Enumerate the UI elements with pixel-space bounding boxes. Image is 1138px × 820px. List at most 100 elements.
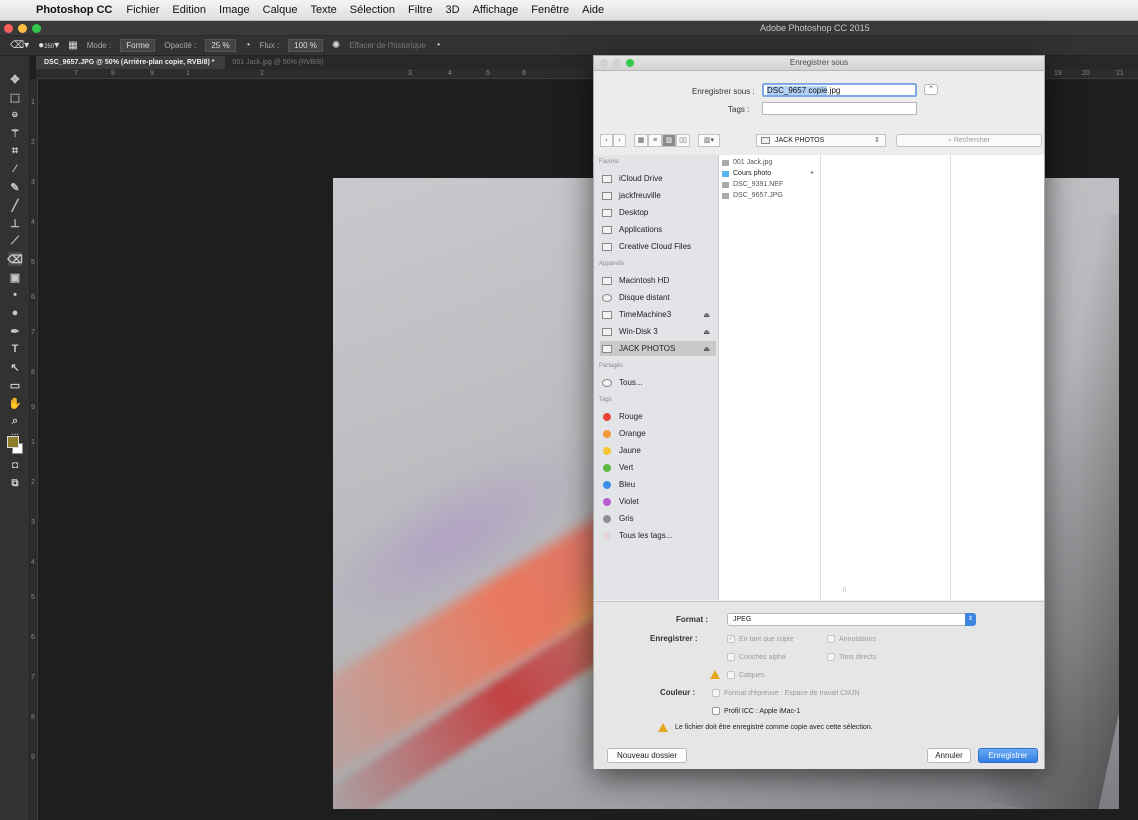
brush-panel-icon[interactable]: ▦ bbox=[68, 40, 77, 51]
checkbox[interactable] bbox=[727, 653, 735, 661]
sidebar-item-creative-cloud-files[interactable]: Creative Cloud Files bbox=[600, 239, 716, 254]
list-view-button[interactable]: ≡ bbox=[648, 134, 662, 147]
sidebar-tag-rouge[interactable]: Rouge bbox=[600, 409, 716, 424]
save-button[interactable]: Enregistrer bbox=[978, 748, 1038, 763]
checkbox[interactable] bbox=[727, 671, 735, 679]
checkbox-checked[interactable]: ✓ bbox=[727, 635, 735, 643]
rectangle-tool-icon[interactable]: ▭ bbox=[8, 378, 22, 392]
brush-size-picker[interactable]: ●250▾ bbox=[38, 40, 59, 51]
cover-flow-button[interactable]: ▯▯ bbox=[676, 134, 690, 147]
foreground-color-swatch[interactable] bbox=[7, 436, 19, 448]
option-layers[interactable]: Calques bbox=[727, 671, 765, 679]
menu-fichier[interactable]: Fichier bbox=[126, 4, 159, 16]
option-spot-colors[interactable]: Tons directs bbox=[827, 653, 876, 661]
expand-dialog-button[interactable]: ⌃ bbox=[924, 84, 938, 95]
zoom-tool-icon[interactable]: ⌕ bbox=[8, 414, 22, 428]
airbrush-icon[interactable]: ✺ bbox=[332, 40, 340, 51]
eject-icon[interactable]: ⏏ bbox=[703, 311, 710, 319]
more-tools-icon[interactable]: … bbox=[8, 428, 22, 437]
column-view-button[interactable]: ▥ bbox=[662, 134, 676, 147]
checkbox[interactable] bbox=[827, 635, 835, 643]
eraser-tool-icon[interactable]: ⌫ bbox=[7, 252, 23, 266]
minimize-window-button[interactable] bbox=[18, 24, 27, 33]
history-brush-tool-icon[interactable]: ⟋ bbox=[8, 234, 22, 248]
type-tool-icon[interactable]: T bbox=[8, 342, 22, 356]
menu-fenetre[interactable]: Fenêtre bbox=[531, 4, 569, 16]
marquee-tool-icon[interactable]: ⬚ bbox=[8, 90, 22, 104]
cancel-button[interactable]: Annuler bbox=[927, 748, 971, 763]
menu-affichage[interactable]: Affichage bbox=[473, 4, 519, 16]
forward-button[interactable]: › bbox=[613, 134, 626, 147]
option-icc-profile[interactable]: Profil ICC : Apple iMac-1 bbox=[712, 707, 800, 715]
sidebar-tag-jaune[interactable]: Jaune bbox=[600, 443, 716, 458]
sidebar-item-jackfreuville[interactable]: jackfreuville bbox=[600, 188, 716, 203]
option-alpha-channels[interactable]: Couches alpha bbox=[727, 653, 786, 661]
screen-mode-icon[interactable]: ⧉ bbox=[8, 476, 22, 490]
tags-input[interactable] bbox=[762, 102, 917, 115]
opacity-field[interactable]: 25 % bbox=[205, 39, 236, 52]
tab-001-jack[interactable]: 001 Jack.jpg @ 50% (RVB/8) bbox=[225, 56, 334, 69]
icon-view-button[interactable]: ▦ bbox=[634, 134, 648, 147]
sidebar-item-icloud-drive[interactable]: iCloud Drive bbox=[600, 171, 716, 186]
arrange-menu-button[interactable]: ▥▾ bbox=[698, 134, 720, 147]
dodge-tool-icon[interactable]: ● bbox=[8, 306, 22, 320]
new-folder-button[interactable]: Nouveau dossier bbox=[607, 748, 687, 763]
menu-filtre[interactable]: Filtre bbox=[408, 4, 432, 16]
lasso-tool-icon[interactable]: ဓ bbox=[8, 108, 22, 122]
menu-selection[interactable]: Sélection bbox=[350, 4, 395, 16]
format-select[interactable]: JPEG ⇕ bbox=[727, 613, 976, 626]
gradient-tool-icon[interactable]: ▣ bbox=[8, 270, 22, 284]
brush-tool-icon[interactable]: ╱ bbox=[8, 198, 22, 212]
eyedropper-tool-icon[interactable]: ⁄ bbox=[8, 162, 22, 176]
menu-app-name[interactable]: Photoshop CC bbox=[36, 4, 112, 16]
checkbox[interactable] bbox=[712, 689, 720, 697]
sidebar-tag-gris[interactable]: Gris bbox=[600, 511, 716, 526]
sidebar-item-macintosh-hd[interactable]: Macintosh HD bbox=[600, 273, 716, 288]
sidebar-tag-orange[interactable]: Orange bbox=[600, 426, 716, 441]
eject-icon[interactable]: ⏏ bbox=[703, 345, 710, 353]
file-item-dsc-9391[interactable]: DSC_9391.NEF bbox=[722, 179, 818, 190]
option-annotations[interactable]: Annotations bbox=[827, 635, 876, 643]
location-popup[interactable]: JACK PHOTOS ⇕ bbox=[756, 134, 886, 147]
sidebar-tag-violet[interactable]: Violet bbox=[600, 494, 716, 509]
filename-input[interactable]: DSC_9657 copie.jpg bbox=[762, 83, 917, 97]
history-erase-checkbox[interactable]: Effacer de l'historique bbox=[349, 41, 426, 50]
checkbox[interactable] bbox=[712, 707, 720, 715]
option-proof-setup[interactable]: Format d'épreuve : Espace de travail CMJ… bbox=[712, 689, 860, 697]
blur-tool-icon[interactable]: • bbox=[8, 288, 22, 302]
pressure-opacity-icon[interactable]: ◔ bbox=[245, 40, 251, 51]
close-window-button[interactable] bbox=[4, 24, 13, 33]
checkbox[interactable] bbox=[827, 653, 835, 661]
flow-field[interactable]: 100 % bbox=[288, 39, 323, 52]
sidebar-tag-all-tags[interactable]: Tous les tags... bbox=[600, 528, 716, 543]
zoom-window-button[interactable] bbox=[32, 24, 41, 33]
magic-wand-tool-icon[interactable]: ⚚ bbox=[8, 126, 22, 140]
move-tool-icon[interactable]: ✥ bbox=[8, 72, 22, 86]
mode-select[interactable]: Forme bbox=[120, 39, 156, 52]
pen-tool-icon[interactable]: ✒ bbox=[8, 324, 22, 338]
menu-texte[interactable]: Texte bbox=[310, 4, 336, 16]
tab-dsc-9657[interactable]: DSC_9657.JPG @ 50% (Arrière-plan copie, … bbox=[36, 56, 225, 69]
healing-brush-tool-icon[interactable]: ✎ bbox=[8, 180, 22, 194]
path-selection-tool-icon[interactable]: ↖ bbox=[8, 360, 22, 374]
menu-3d[interactable]: 3D bbox=[446, 4, 460, 16]
menu-calque[interactable]: Calque bbox=[263, 4, 298, 16]
pressure-size-icon[interactable]: ◔ bbox=[435, 40, 441, 51]
sidebar-item-disque-distant[interactable]: Disque distant bbox=[600, 290, 716, 305]
column-resize-handle[interactable]: || bbox=[843, 587, 846, 593]
sidebar-item-jack-photos[interactable]: JACK PHOTOS ⏏ bbox=[600, 341, 716, 356]
menu-image[interactable]: Image bbox=[219, 4, 250, 16]
file-item-dsc-9657[interactable]: DSC_9657.JPG bbox=[722, 190, 818, 201]
search-field[interactable]: ⌕ Rechercher bbox=[896, 134, 1042, 147]
quick-mask-icon[interactable]: ◘ bbox=[8, 458, 22, 472]
eject-icon[interactable]: ⏏ bbox=[703, 328, 710, 336]
hand-tool-icon[interactable]: ✋ bbox=[8, 396, 22, 410]
sidebar-item-win-disk-3[interactable]: Win-Disk 3 ⏏ bbox=[600, 324, 716, 339]
menu-aide[interactable]: Aide bbox=[582, 4, 604, 16]
clone-stamp-tool-icon[interactable]: ⊥ bbox=[8, 216, 22, 230]
sidebar-item-desktop[interactable]: Desktop bbox=[600, 205, 716, 220]
back-button[interactable]: ‹ bbox=[600, 134, 613, 147]
sidebar-tag-bleu[interactable]: Bleu bbox=[600, 477, 716, 492]
sidebar-item-applications[interactable]: Applications bbox=[600, 222, 716, 237]
menu-edition[interactable]: Edition bbox=[172, 4, 206, 16]
